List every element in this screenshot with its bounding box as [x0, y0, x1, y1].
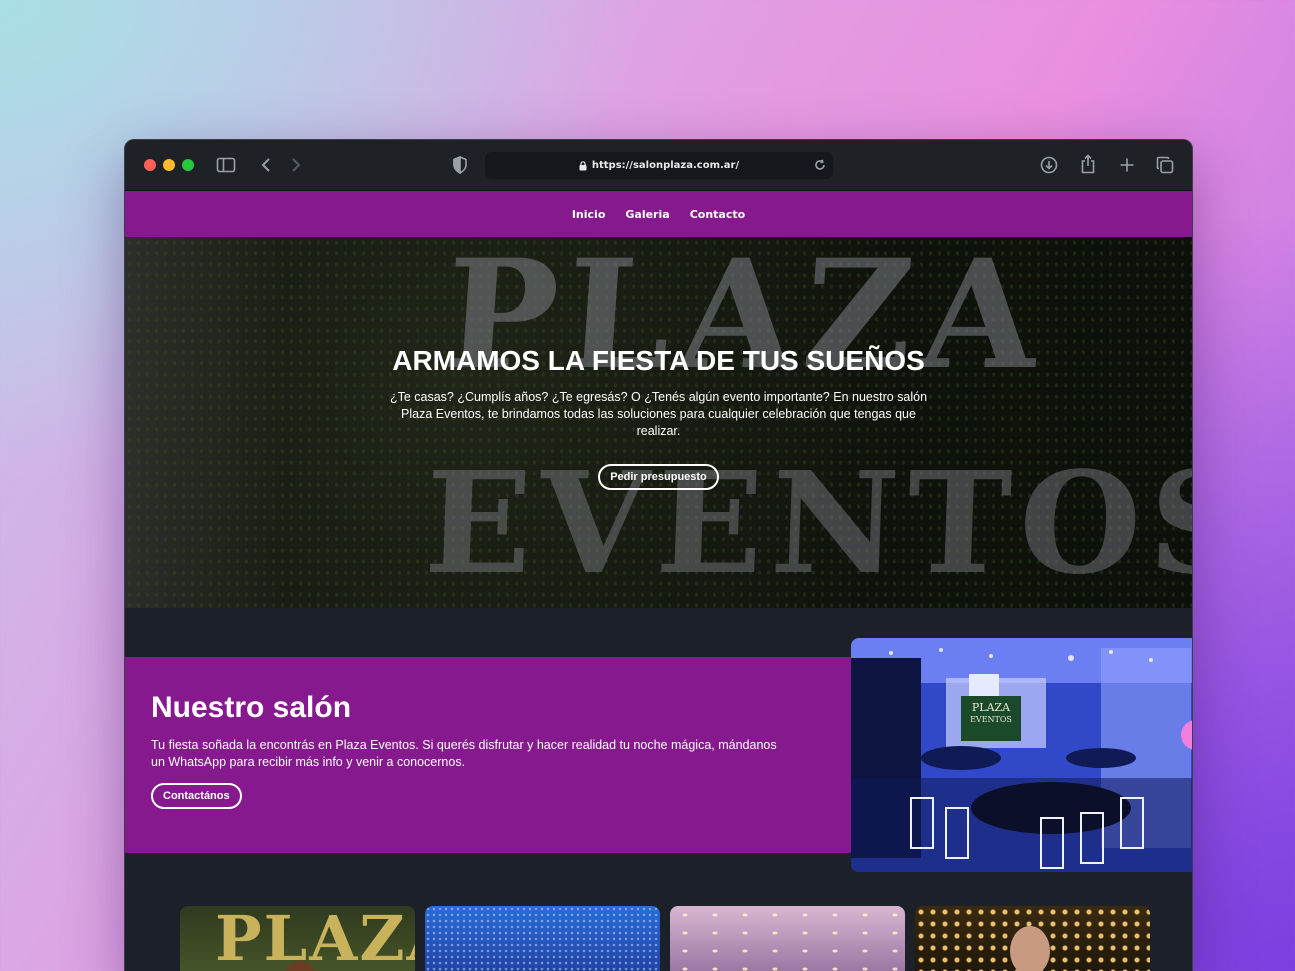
hero-content: ARMAMOS LA FIESTA DE TUS SUEÑOS ¿Te casa… — [125, 345, 1192, 490]
gallery-image-2-lights — [425, 906, 660, 971]
gallery-image-1-text: PLAZA — [215, 906, 415, 971]
hero-section: PLAZA EVENTOS ARMAMOS LA FIESTA DE TUS S… — [125, 237, 1192, 608]
gallery-strip: PLAZA — [180, 906, 1150, 971]
nav-item-inicio[interactable]: Inicio — [572, 208, 606, 221]
sidebar-toggle-icon[interactable] — [215, 155, 237, 175]
salon-photo: PLAZA EVENTOS — [851, 638, 1192, 872]
forward-arrow-icon[interactable] — [287, 155, 305, 175]
salon-photo-sign-line2: EVENTOS — [970, 715, 1012, 724]
gallery-image-4[interactable] — [915, 906, 1150, 971]
address-bar[interactable]: https://salonplaza.com.ar/ — [485, 152, 833, 179]
new-tab-icon[interactable] — [1117, 154, 1137, 176]
gallery-image-2[interactable] — [425, 906, 660, 971]
gallery-image-3[interactable] — [670, 906, 905, 971]
nav-item-contacto[interactable]: Contacto — [690, 208, 745, 221]
lock-icon — [579, 161, 587, 171]
share-icon[interactable] — [1078, 153, 1098, 175]
salon-info-box: Nuestro salón Tu fiesta soñada la encont… — [125, 657, 851, 853]
reload-icon[interactable] — [813, 157, 827, 173]
browser-titlebar: https://salonplaza.com.ar/ — [125, 140, 1192, 191]
gallery-image-1[interactable]: PLAZA — [180, 906, 415, 971]
hero-title: ARMAMOS LA FIESTA DE TUS SUEÑOS — [392, 345, 925, 376]
browser-window: https://salonplaza.com.ar/ Inicio Galeri… — [124, 139, 1193, 971]
salon-title: Nuestro salón — [151, 691, 352, 724]
gallery-image-3-chandeliers — [670, 906, 905, 971]
contact-button[interactable]: Contactános — [151, 783, 242, 809]
downloads-icon[interactable] — [1039, 154, 1059, 176]
privacy-shield-icon[interactable] — [450, 155, 470, 175]
site-nav: Inicio Galeria Contacto — [125, 191, 1192, 237]
close-window-button[interactable] — [144, 159, 156, 171]
address-bar-url: https://salonplaza.com.ar/ — [591, 160, 740, 171]
back-arrow-icon[interactable] — [257, 155, 275, 175]
request-quote-button[interactable]: Pedir presupuesto — [598, 464, 719, 490]
nav-item-galeria[interactable]: Galeria — [625, 208, 669, 221]
hero-description: ¿Te casas? ¿Cumplís años? ¿Te egresás? O… — [389, 390, 928, 438]
gallery-image-4-person — [1010, 926, 1050, 971]
salon-section: Nuestro salón Tu fiesta soñada la encont… — [125, 608, 1192, 908]
tab-overview-icon[interactable] — [1155, 154, 1175, 176]
salon-photo-sign-line1: PLAZA — [971, 701, 1011, 714]
salon-description: Tu fiesta soñada la encontrás en Plaza E… — [151, 738, 777, 769]
salon-photo-sign: PLAZA EVENTOS — [963, 702, 1019, 725]
maximize-window-button[interactable] — [182, 159, 194, 171]
minimize-window-button[interactable] — [163, 159, 175, 171]
